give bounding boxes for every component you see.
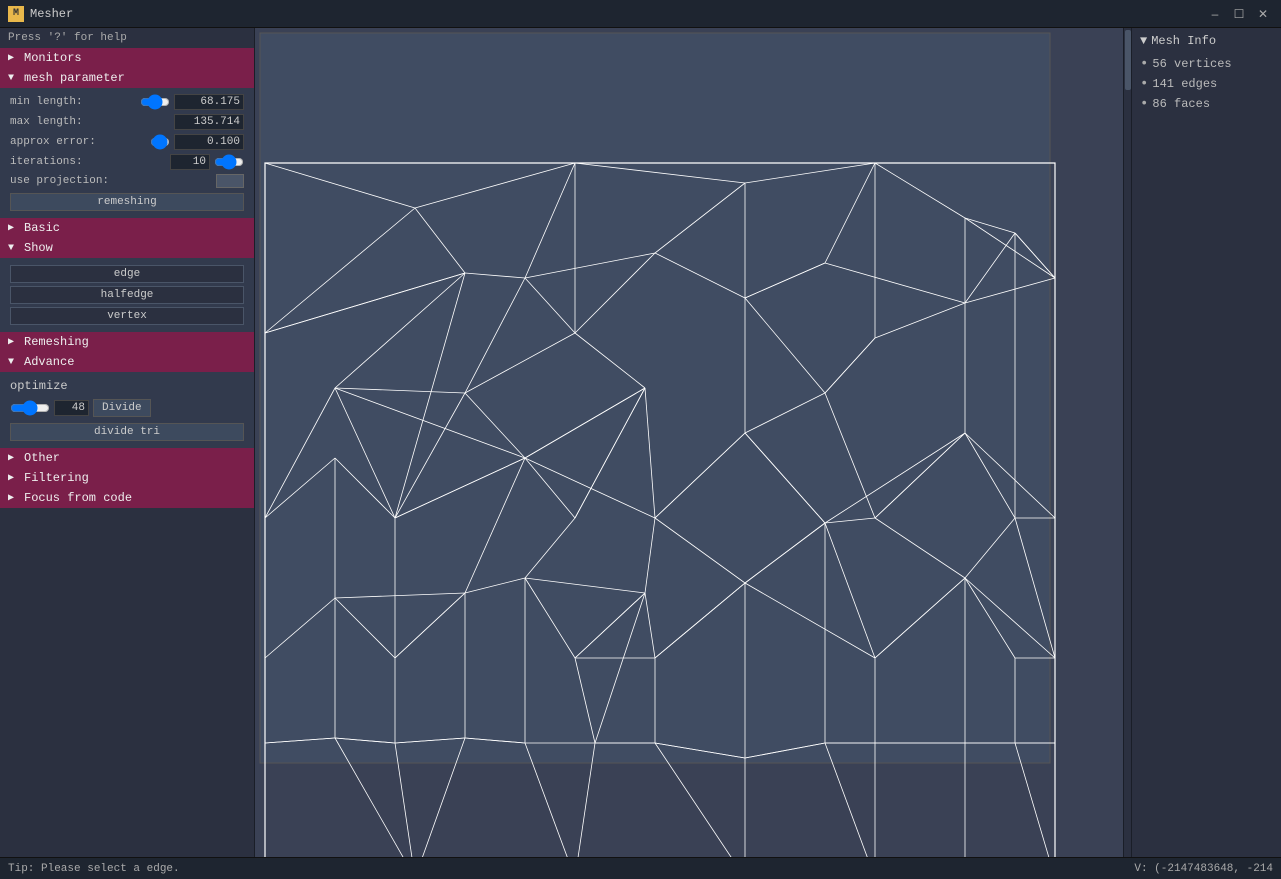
remeshing-arrow: ▶ (8, 336, 20, 348)
titlebar: M Mesher – ☐ ✕ (0, 0, 1281, 28)
remeshing-button[interactable]: remeshing (10, 193, 244, 211)
section-basic[interactable]: ▶ Basic (0, 218, 254, 238)
approx-error-label: approx error: (10, 136, 150, 148)
approx-error-slider[interactable] (150, 136, 170, 148)
advance-content: optimize Divide divide tri (0, 372, 254, 448)
help-text: Press '?' for help (0, 28, 254, 48)
vertices-info: • 56 vertices (1140, 54, 1273, 74)
status-tip: Tip: Please select a edge. (8, 863, 180, 875)
main-area: Press '?' for help ▶ Monitors ▼ mesh par… (0, 28, 1281, 857)
section-focus-from-code[interactable]: ▶ Focus from code (0, 488, 254, 508)
section-remeshing[interactable]: ▶ Remeshing (0, 332, 254, 352)
status-bar: Tip: Please select a edge. V: (-21474836… (0, 857, 1281, 879)
remeshing-label: Remeshing (24, 335, 89, 349)
vertices-bullet: • (1140, 56, 1148, 72)
optimize-slider[interactable] (10, 402, 50, 414)
edges-info: • 141 edges (1140, 74, 1273, 94)
divide-button[interactable]: Divide (93, 399, 151, 417)
vertices-count: 56 vertices (1152, 57, 1231, 71)
window-controls: – ☐ ✕ (1205, 4, 1273, 24)
min-length-input[interactable] (174, 94, 244, 110)
min-length-row: min length: (6, 92, 248, 112)
section-advance[interactable]: ▼ Advance (0, 352, 254, 372)
app-title: Mesher (30, 7, 1205, 21)
app-icon: M (8, 6, 24, 22)
minimize-button[interactable]: – (1205, 4, 1225, 24)
left-panel: Press '?' for help ▶ Monitors ▼ mesh par… (0, 28, 255, 857)
section-mesh-parameter[interactable]: ▼ mesh parameter (0, 68, 254, 88)
edges-bullet: • (1140, 76, 1148, 92)
optimize-input[interactable] (54, 400, 89, 416)
basic-arrow: ▶ (8, 222, 20, 234)
mesh-info-header: ▼ Mesh Info (1140, 34, 1273, 48)
other-label: Other (24, 451, 60, 465)
monitors-arrow: ▶ (8, 52, 20, 64)
approx-error-row: approx error: (6, 132, 248, 152)
max-length-label: max length: (10, 116, 174, 128)
mesh-viewport[interactable] (255, 28, 1131, 857)
focus-from-code-label: Focus from code (24, 491, 132, 505)
max-length-input[interactable] (174, 114, 244, 130)
mesh-param-label: mesh parameter (24, 71, 125, 85)
canvas-scrollbar[interactable] (1123, 28, 1131, 857)
min-length-slider[interactable] (140, 96, 170, 108)
mesh-param-content: min length: max length: approx error: it… (0, 88, 254, 218)
status-coords: V: (-2147483648, -214 (1134, 863, 1273, 875)
min-length-label: min length: (10, 96, 140, 108)
iterations-input[interactable] (170, 154, 210, 170)
mesh-param-arrow: ▼ (8, 73, 20, 84)
monitors-label: Monitors (24, 51, 82, 65)
canvas-area[interactable] (255, 28, 1131, 857)
optimize-row: optimize (6, 376, 248, 396)
divide-tri-button[interactable]: divide tri (10, 423, 244, 441)
faces-count: 86 faces (1152, 97, 1210, 111)
edge-button[interactable]: edge (10, 265, 244, 283)
other-arrow: ▶ (8, 452, 20, 464)
basic-label: Basic (24, 221, 60, 235)
mesh-info-title: Mesh Info (1151, 34, 1216, 48)
use-projection-row: use projection: (6, 172, 248, 190)
vertex-button[interactable]: vertex (10, 307, 244, 325)
right-panel: ▼ Mesh Info • 56 vertices • 141 edges • … (1131, 28, 1281, 857)
filtering-arrow: ▶ (8, 472, 20, 484)
mesh-info-arrow: ▼ (1140, 34, 1147, 48)
advance-arrow: ▼ (8, 357, 20, 368)
iterations-label: iterations: (10, 156, 170, 168)
show-arrow: ▼ (8, 243, 20, 254)
section-monitors[interactable]: ▶ Monitors (0, 48, 254, 68)
approx-error-input[interactable] (174, 134, 244, 150)
use-projection-label: use projection: (10, 175, 216, 187)
close-button[interactable]: ✕ (1253, 4, 1273, 24)
iterations-row: iterations: (6, 152, 248, 172)
maximize-button[interactable]: ☐ (1229, 4, 1249, 24)
max-length-row: max length: (6, 112, 248, 132)
filtering-label: Filtering (24, 471, 89, 485)
halfedge-button[interactable]: halfedge (10, 286, 244, 304)
scrollbar-thumb[interactable] (1125, 30, 1131, 90)
optimize-label: optimize (10, 379, 68, 393)
faces-bullet: • (1140, 96, 1148, 112)
advance-label: Advance (24, 355, 74, 369)
show-content: edge halfedge vertex (0, 258, 254, 332)
faces-info: • 86 faces (1140, 94, 1273, 114)
section-other[interactable]: ▶ Other (0, 448, 254, 468)
focus-from-code-arrow: ▶ (8, 492, 20, 504)
use-projection-toggle[interactable] (216, 174, 244, 188)
optimize-value-row: Divide (6, 396, 248, 420)
iterations-slider[interactable] (214, 156, 244, 168)
show-label: Show (24, 241, 53, 255)
edges-count: 141 edges (1152, 77, 1217, 91)
section-filtering[interactable]: ▶ Filtering (0, 468, 254, 488)
section-show[interactable]: ▼ Show (0, 238, 254, 258)
